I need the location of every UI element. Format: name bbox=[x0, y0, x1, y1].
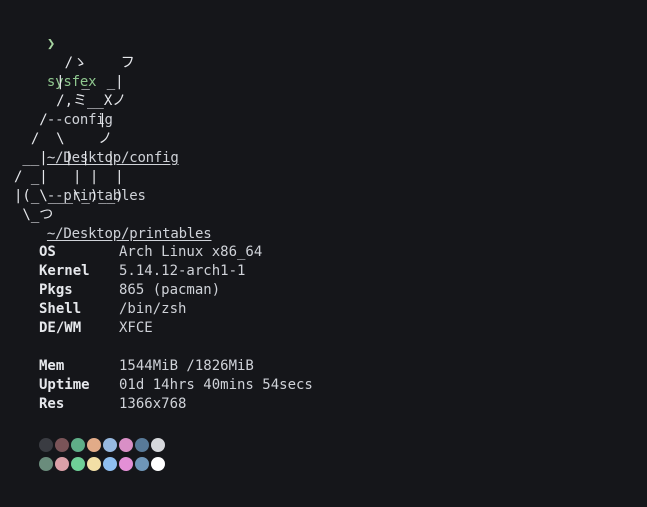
color-swatch bbox=[135, 437, 149, 452]
command-prompt-line: ❯ sysfex --config ~/Desktop/config --pri… bbox=[14, 16, 212, 242]
info-row-shell: Shell /bin/zsh bbox=[39, 300, 313, 319]
info-value: 1366x768 bbox=[119, 396, 187, 412]
color-swatch bbox=[135, 456, 149, 471]
printables-path-link[interactable]: ~/Desktop/printables bbox=[47, 226, 212, 242]
ascii-art-line: / \ ノ bbox=[14, 131, 113, 147]
info-row-dewm: DE/WM XFCE bbox=[39, 319, 313, 338]
info-value: 1544MiB /1826MiB bbox=[119, 358, 254, 374]
info-label: OS bbox=[39, 244, 56, 260]
info-row-kernel: Kernel 5.14.12-arch1-1 bbox=[39, 262, 313, 281]
color-swatch bbox=[103, 456, 117, 471]
info-label: Res bbox=[39, 396, 65, 412]
terminal-window[interactable]: ❯ sysfex --config ~/Desktop/config --pri… bbox=[0, 0, 647, 507]
info-label: Pkgs bbox=[39, 282, 73, 298]
ascii-art-line: /,ミ__Xノ bbox=[14, 93, 127, 109]
ascii-art-line: __| | | | bbox=[14, 150, 116, 166]
color-swatch bbox=[151, 456, 165, 471]
info-row-os: OS Arch Linux x86_64 bbox=[39, 243, 313, 262]
info-value: /bin/zsh bbox=[119, 301, 187, 317]
info-value: XFCE bbox=[119, 320, 153, 336]
color-swatch bbox=[55, 437, 69, 452]
prompt-chevron-icon: ❯ bbox=[46, 36, 56, 52]
ascii-art-logo: /ゝ フ | _ _| /,ミ__Xノ / | / \ ノ __| | | | /… bbox=[14, 54, 135, 225]
ascii-art-line: /ゝ フ bbox=[14, 55, 135, 71]
info-label: Kernel bbox=[39, 263, 90, 279]
info-value: 01d 14hrs 40mins 54secs bbox=[119, 377, 313, 393]
ascii-art-line: / | bbox=[14, 112, 107, 128]
color-palette bbox=[39, 435, 165, 473]
ascii-art-line: / _| | | | bbox=[14, 169, 124, 185]
ascii-art-line: \_つ bbox=[14, 207, 54, 223]
info-label: Uptime bbox=[39, 377, 90, 393]
color-swatch bbox=[119, 456, 133, 471]
info-row-uptime: Uptime 01d 14hrs 40mins 54secs bbox=[39, 376, 313, 395]
info-row-mem: Mem 1544MiB /1826MiB bbox=[39, 357, 313, 376]
palette-row-bright bbox=[39, 454, 165, 473]
color-swatch bbox=[39, 437, 53, 452]
color-swatch bbox=[87, 437, 101, 452]
ascii-art-line: | _ _| bbox=[14, 74, 124, 90]
info-value: 5.14.12-arch1-1 bbox=[119, 263, 246, 279]
info-row-res: Res 1366x768 bbox=[39, 395, 313, 414]
color-swatch bbox=[119, 437, 133, 452]
system-info-block: OS Arch Linux x86_64 Kernel 5.14.12-arch… bbox=[39, 243, 313, 414]
color-swatch bbox=[151, 437, 165, 452]
info-label: DE/WM bbox=[39, 320, 82, 336]
palette-row-normal bbox=[39, 435, 165, 454]
info-label: Shell bbox=[39, 301, 82, 317]
info-value: 865 (pacman) bbox=[119, 282, 221, 298]
info-row-pkgs: Pkgs 865 (pacman) bbox=[39, 281, 313, 300]
ascii-art-line: |(_\___\_)__) bbox=[14, 188, 124, 204]
color-swatch bbox=[103, 437, 117, 452]
color-swatch bbox=[71, 456, 85, 471]
info-value: Arch Linux x86_64 bbox=[119, 244, 263, 260]
info-label: Mem bbox=[39, 358, 65, 374]
color-swatch bbox=[55, 456, 69, 471]
color-swatch bbox=[39, 456, 53, 471]
color-swatch bbox=[71, 437, 85, 452]
color-swatch bbox=[87, 456, 101, 471]
